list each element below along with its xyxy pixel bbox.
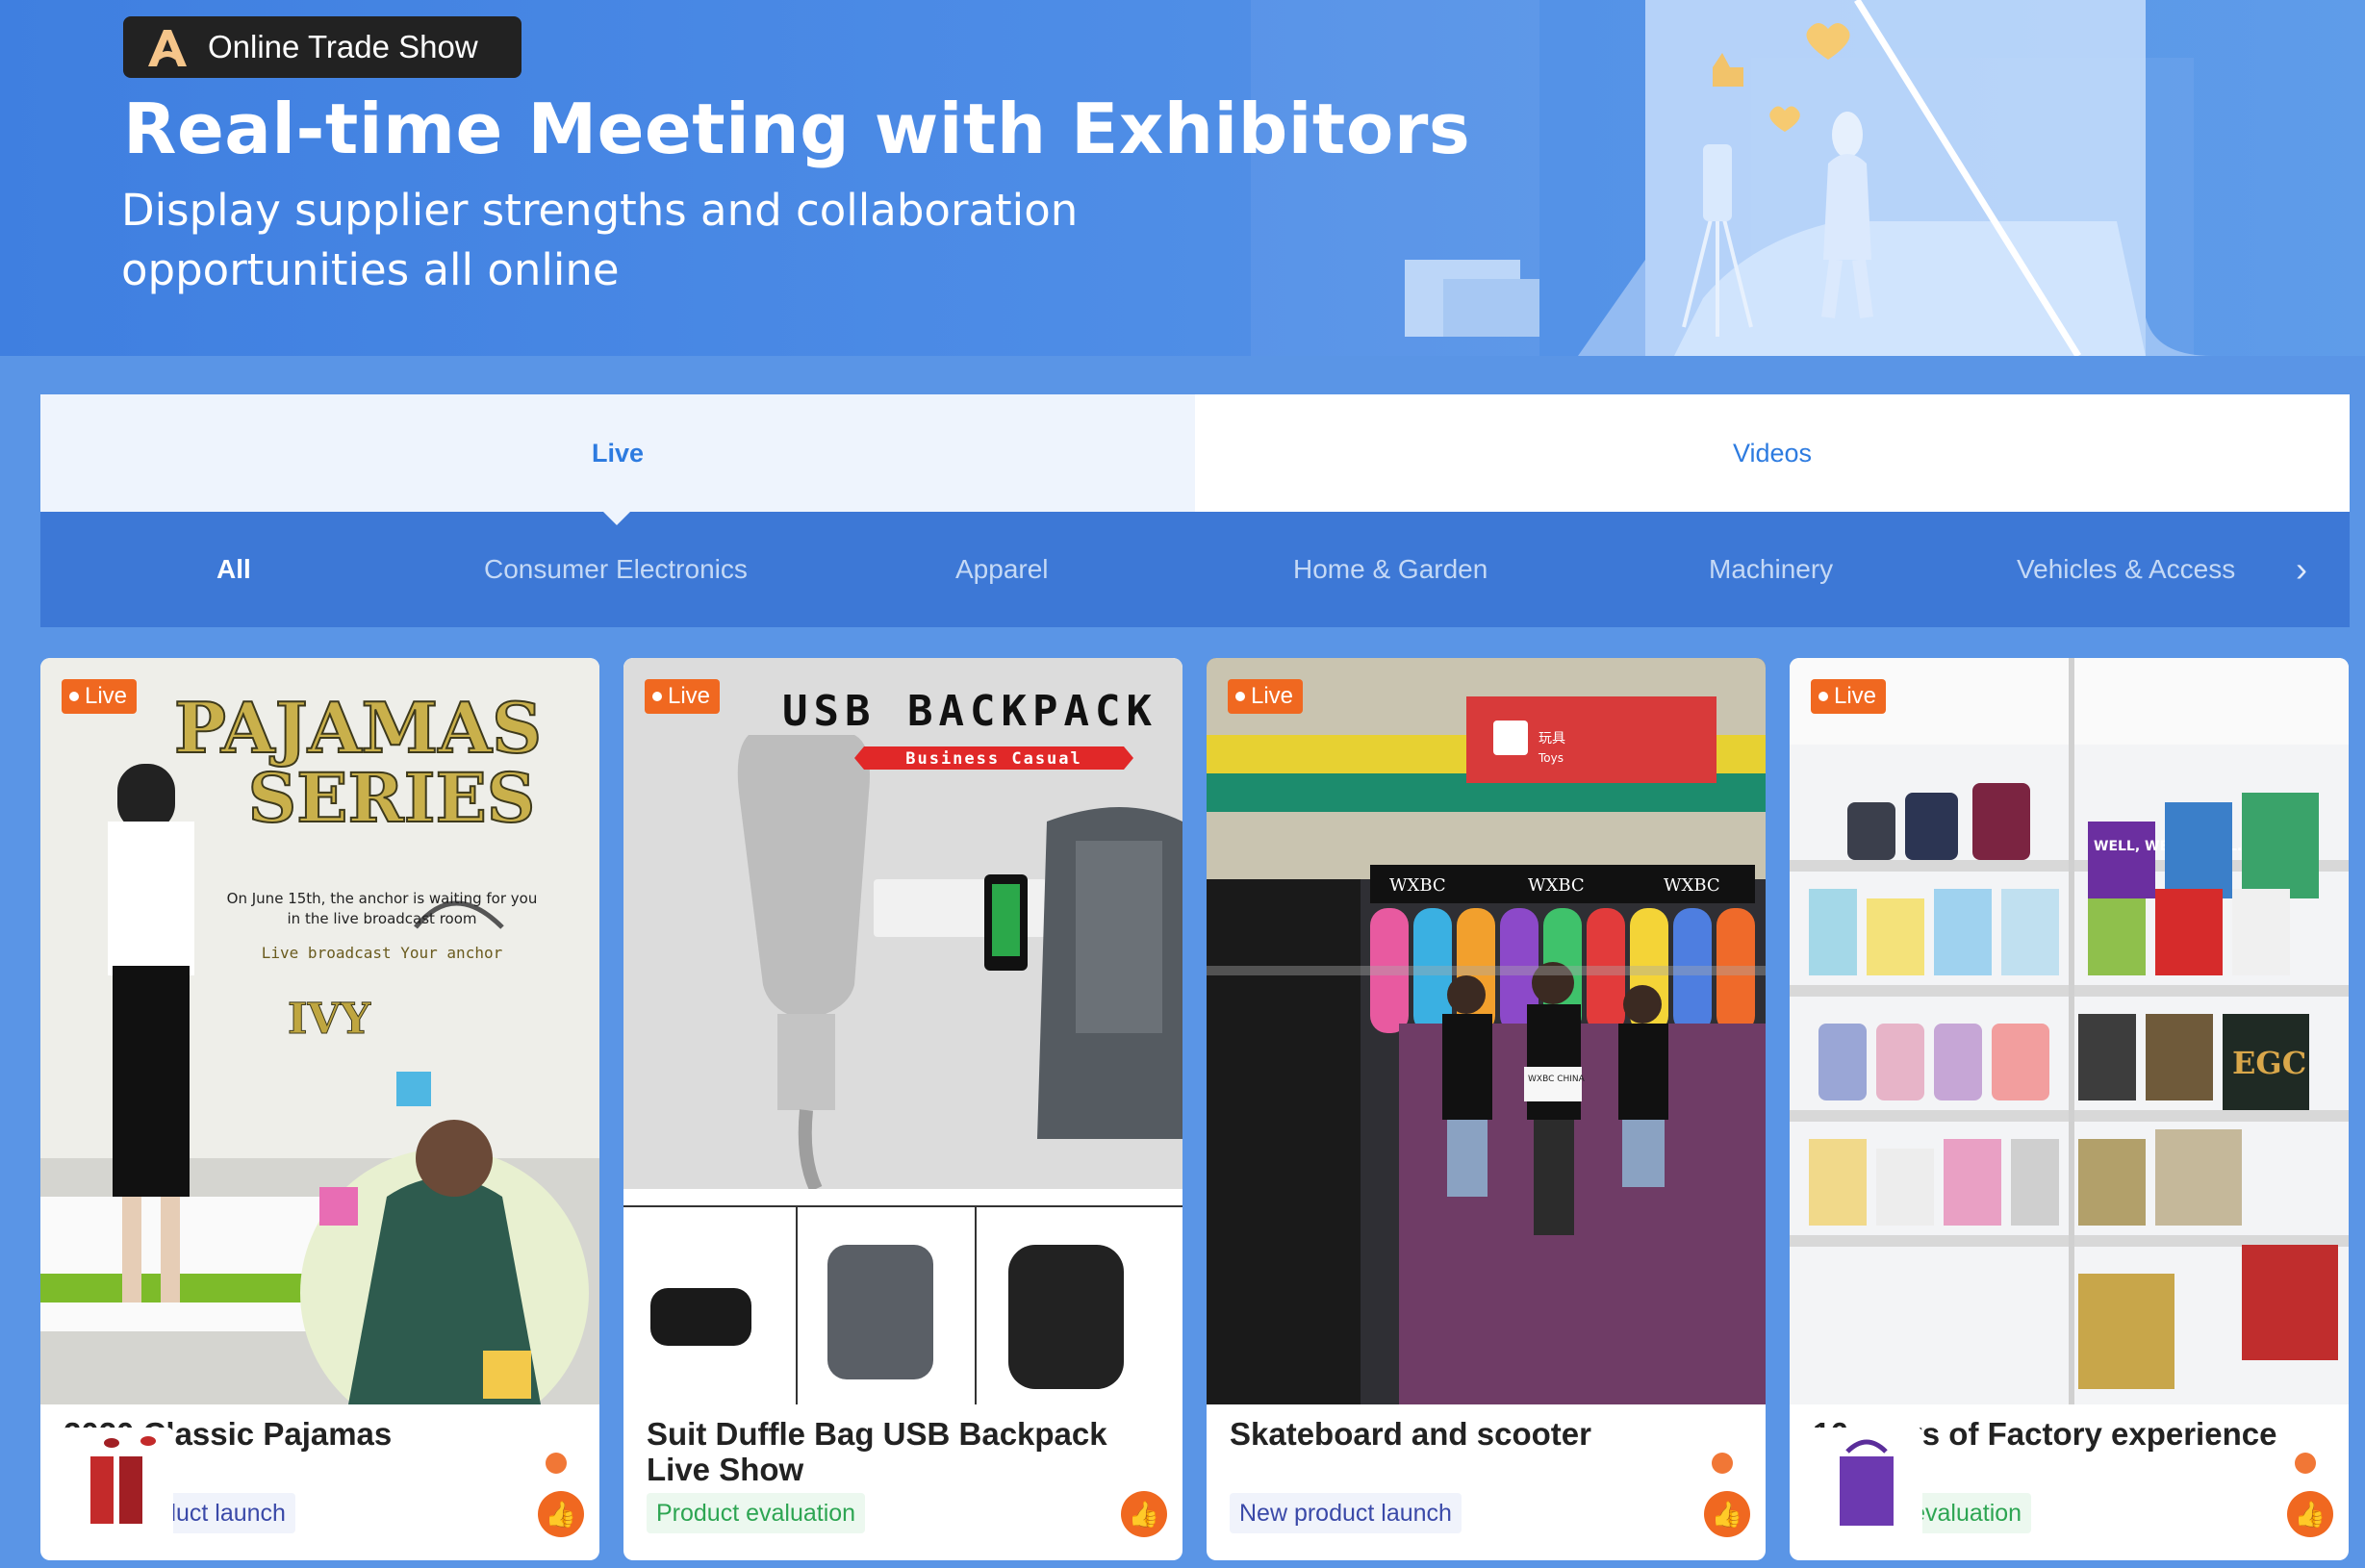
floating-like-icon [546, 1453, 567, 1474]
floating-like-icon [1712, 1453, 1733, 1474]
trade-show-badge[interactable]: Online Trade Show [123, 16, 521, 78]
svg-text:WXBC: WXBC [1664, 875, 1720, 896]
live-label: Live [1834, 683, 1877, 709]
live-label: Live [85, 683, 128, 709]
hero-banner: Online Trade Show Real-time Meeting with… [0, 0, 2365, 356]
svg-text:USB BACKPACK: USB BACKPACK [782, 687, 1157, 736]
product-thumbnail[interactable] [62, 1428, 173, 1539]
card-tag: New product launch [1230, 1493, 1462, 1533]
card-thumbnail[interactable]: PAJAMAS SERIES On June 15th, the anchor … [40, 658, 599, 1404]
category-all[interactable]: All [216, 554, 251, 585]
card-title[interactable]: Skateboard and scooter [1230, 1416, 1749, 1452]
like-button[interactable]: 👍 [1704, 1491, 1750, 1537]
live-card[interactable]: USB BACKPACK Business Casual Live 👍 Suit… [623, 658, 1182, 1560]
product-thumbnail[interactable] [1811, 1428, 1922, 1539]
pajamas-poster: PAJAMAS SERIES On June 15th, the anchor … [40, 658, 599, 1404]
category-vehicles-access[interactable]: Vehicles & Access [2017, 554, 2235, 585]
svg-text:On June 15th, the anchor is wa: On June 15th, the anchor is waiting for … [227, 890, 538, 907]
active-tab-pointer [603, 512, 630, 525]
product-image [1811, 1428, 1922, 1539]
svg-text:WXBC: WXBC [1528, 875, 1585, 896]
thumbs-up-icon: 👍 [1711, 1499, 1743, 1529]
live-badge: Live [1228, 679, 1304, 714]
svg-text:玩具: 玩具 [1539, 731, 1565, 746]
svg-text:in the live broadcast room: in the live broadcast room [288, 910, 477, 927]
card-thumbnail[interactable]: WELL, WELL, WELL. EGC [1790, 658, 2349, 1404]
hero-subtitle: Display supplier strengths and collabora… [121, 185, 1079, 295]
live-dot-icon [69, 692, 79, 701]
svg-text:WXBC CHINA: WXBC CHINA [1528, 1075, 1586, 1084]
live-dot-icon [1818, 692, 1828, 701]
product-image [62, 1428, 173, 1539]
svg-text:Live broadcast Your anchor: Live broadcast Your anchor [262, 944, 503, 962]
skateboard-booth-photo: 玩具 Toys WXBC WXBC WXBC WXBC CHINA [1207, 658, 1766, 1404]
svg-text:SERIES: SERIES [248, 758, 536, 838]
bag-factory-photo: WELL, WELL, WELL. EGC [1790, 658, 2349, 1404]
floating-like-icon [2295, 1453, 2316, 1474]
live-dot-icon [652, 692, 662, 701]
alibaba-logo-icon [148, 30, 187, 66]
live-card[interactable]: 玩具 Toys WXBC WXBC WXBC WXBC CHINA Live 👍… [1207, 658, 1766, 1560]
live-badge: Live [1811, 679, 1887, 714]
content-tabs: Live Videos [40, 394, 2350, 512]
svg-text:PAJAMAS: PAJAMAS [174, 687, 542, 769]
svg-text:Toys: Toys [1538, 751, 1564, 765]
card-tag: Product evaluation [647, 1493, 866, 1533]
tab-live[interactable]: Live [40, 394, 1195, 512]
category-next-button[interactable]: › [2234, 512, 2350, 627]
studio-illustration [1405, 0, 2213, 356]
live-card[interactable]: PAJAMAS SERIES On June 15th, the anchor … [40, 658, 599, 1560]
live-badge: Live [645, 679, 721, 714]
like-button[interactable]: 👍 [1121, 1491, 1167, 1537]
svg-text:EGC: EGC [2232, 1045, 2306, 1081]
live-label: Live [668, 683, 711, 709]
hero-title: Real-time Meeting with Exhibitors [123, 89, 1471, 169]
live-badge: Live [62, 679, 138, 714]
live-card[interactable]: WELL, WELL, WELL. EGC [1790, 658, 2349, 1560]
card-thumbnail[interactable]: 玩具 Toys WXBC WXBC WXBC WXBC CHINA [1207, 658, 1766, 1404]
card-thumbnail[interactable]: USB BACKPACK Business Casual [623, 658, 1182, 1404]
thumbs-up-icon: 👍 [2294, 1499, 2327, 1529]
thumbs-up-icon: 👍 [545, 1499, 577, 1529]
thumbs-up-icon: 👍 [1128, 1499, 1160, 1529]
like-button[interactable]: 👍 [538, 1491, 584, 1537]
chevron-right-icon: › [2296, 549, 2307, 589]
category-apparel[interactable]: Apparel [955, 554, 1049, 585]
category-bar: All Consumer Electronics Apparel Home & … [40, 512, 2350, 627]
card-title[interactable]: Suit Duffle Bag USB Backpack Live Show [647, 1416, 1166, 1487]
live-dot-icon [1235, 692, 1245, 701]
category-home-garden[interactable]: Home & Garden [1293, 554, 1488, 585]
tab-videos[interactable]: Videos [1195, 394, 2350, 512]
category-consumer-electronics[interactable]: Consumer Electronics [484, 554, 748, 585]
svg-text:IVY: IVY [288, 995, 371, 1044]
category-machinery[interactable]: Machinery [1709, 554, 1833, 585]
usb-backpack-poster: USB BACKPACK Business Casual [623, 658, 1182, 1404]
svg-text:Business Casual: Business Casual [905, 749, 1082, 769]
live-label: Live [1251, 683, 1294, 709]
badge-label: Online Trade Show [208, 29, 478, 64]
like-button[interactable]: 👍 [2287, 1491, 2333, 1537]
svg-text:WXBC: WXBC [1389, 875, 1446, 896]
